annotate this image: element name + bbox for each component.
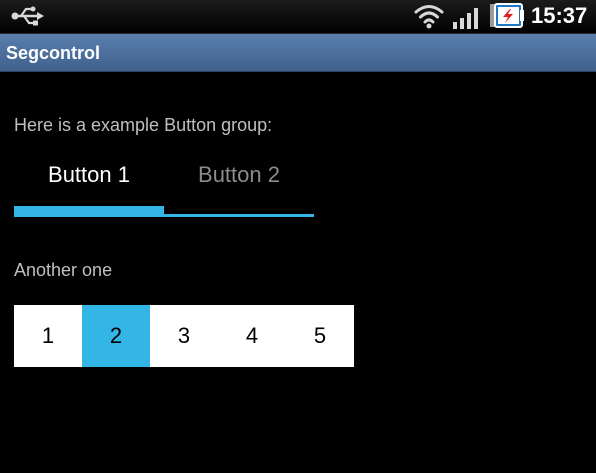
status-bar: 15:37 (0, 0, 596, 34)
wifi-icon (414, 5, 444, 29)
segment-1[interactable]: 1 (14, 305, 82, 367)
button-group-underline (14, 214, 314, 217)
status-clock: 15:37 (531, 3, 588, 28)
segment-4[interactable]: 4 (218, 305, 286, 367)
app-title: Segcontrol (6, 43, 101, 63)
segment-control: 1 2 3 4 5 (14, 305, 354, 367)
segment-5[interactable]: 5 (286, 305, 354, 367)
battery-charging-icon (490, 3, 524, 28)
signal-icon (453, 8, 478, 29)
main-content: Here is a example Button group: Button 1… (0, 73, 596, 473)
button-2[interactable]: Button 2 (164, 159, 314, 215)
button-group-label: Here is a example Button group: (14, 115, 273, 135)
usb-icon (11, 6, 44, 26)
button-group-selected-indicator (14, 206, 164, 214)
title-bar: Segcontrol (0, 34, 596, 72)
segment-control-label: Another one (14, 260, 113, 280)
segment-3[interactable]: 3 (150, 305, 218, 367)
segment-2[interactable]: 2 (82, 305, 150, 367)
